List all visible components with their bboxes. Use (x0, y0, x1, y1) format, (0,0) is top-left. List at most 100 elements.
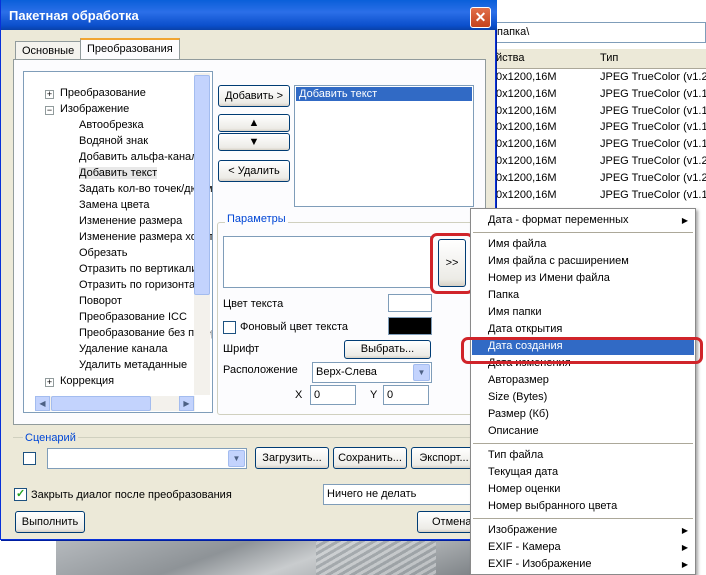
menu-item[interactable]: Авторазмер (472, 372, 694, 389)
scenario-select[interactable]: ▼ (47, 448, 247, 469)
file-size-cell: 0x1200,16M (496, 171, 557, 184)
tree-item[interactable]: Поворот (79, 295, 122, 307)
expand-icon[interactable]: + (45, 378, 54, 387)
column-header-type[interactable]: Тип (600, 52, 618, 64)
file-size-cell: 0x1200,16M (496, 188, 557, 201)
remove-button[interactable]: < Удалить (218, 160, 290, 182)
choose-font-button[interactable]: Выбрать... (344, 340, 431, 359)
tree-item[interactable]: Водяной знак (79, 135, 148, 147)
menu-item[interactable]: Size (Bytes) (472, 389, 694, 406)
menu-item[interactable]: EXIF - Изображение ▶ (472, 556, 694, 573)
menu-item[interactable]: Описание (472, 423, 694, 440)
menu-item[interactable]: Текущая дата (472, 464, 694, 481)
tree-item[interactable]: Изменение размера (79, 215, 182, 227)
menu-item[interactable]: EXIF - Камера ▶ (472, 539, 694, 556)
tree-item[interactable]: Преобразование ICC (79, 311, 187, 323)
table-row[interactable]: 0x1200,16M JPEG TrueColor (v1.1) (494, 104, 706, 121)
expand-icon[interactable]: + (45, 90, 54, 99)
close-after-checkbox[interactable]: ✓ (14, 488, 27, 501)
table-row[interactable]: 0x1200,16M JPEG TrueColor (v1.2) (494, 171, 706, 188)
export-button[interactable]: Экспорт... (411, 447, 477, 469)
tree-item[interactable]: Удалить метаданные (79, 359, 187, 371)
tree-group-correction[interactable]: Коррекция (60, 375, 114, 387)
scroll-left-icon[interactable]: ◀ (35, 396, 50, 411)
column-header-properties[interactable]: йства (496, 52, 525, 64)
chevron-down-icon[interactable]: ▼ (228, 450, 245, 467)
menu-item[interactable]: Номер из Имени файла (472, 270, 694, 287)
table-row[interactable]: 0x1200,16M JPEG TrueColor (v1.1) (494, 87, 706, 104)
menu-item[interactable]: Имя файла с расширением (472, 253, 694, 270)
text-color-swatch[interactable] (388, 294, 432, 312)
menu-item[interactable]: Папка (472, 287, 694, 304)
table-row[interactable]: 0x1200,16M JPEG TrueColor (v1.1) (494, 188, 706, 205)
menu-item-label: EXIF - Камера (488, 541, 561, 553)
bg-color-checkbox[interactable] (223, 321, 236, 334)
table-row[interactable]: 0x1200,16M JPEG TrueColor (v1.1) (494, 120, 706, 137)
save-button[interactable]: Сохранить... (333, 447, 407, 469)
move-down-button[interactable]: ▼ (218, 133, 290, 151)
menu-item-label: Тип файла (488, 449, 544, 461)
file-type-cell: JPEG TrueColor (v1.2) (600, 71, 706, 83)
address-bar[interactable]: папка\ (494, 22, 706, 43)
move-up-button[interactable]: ▲ (218, 114, 290, 132)
tree-group-transform[interactable]: Преобразование (60, 87, 146, 99)
x-input[interactable]: 0 (310, 385, 356, 405)
tree-item[interactable]: Добавить альфа-канал (79, 151, 198, 163)
menu-item[interactable]: Номер оценки (472, 481, 694, 498)
tree-item[interactable]: Замена цвета (79, 199, 150, 211)
menu-item-label: Имя файла (488, 238, 547, 250)
transformations-tree[interactable]: + Преобразование − Изображение Автообрез… (23, 71, 213, 413)
tree-item[interactable]: Отразить по горизонтали (79, 279, 208, 291)
text-input[interactable] (223, 236, 431, 288)
menu-item-label: Имя папки (488, 306, 542, 318)
list-item[interactable]: Добавить текст (296, 87, 472, 101)
menu-item-label: Изображение (488, 524, 558, 536)
y-input[interactable]: 0 (383, 385, 429, 405)
tree-item[interactable]: Автообрезка (79, 119, 144, 131)
close-button[interactable]: ✕ (470, 7, 491, 28)
menu-item-label: Дата открытия (488, 323, 563, 335)
menu-item[interactable]: Номер выбранного цвета (472, 498, 694, 515)
selected-actions-list[interactable]: Добавить текст (294, 85, 474, 207)
tree-item[interactable]: Преобразование без потерь (79, 327, 212, 339)
tree-horizontal-scrollbar[interactable] (35, 396, 195, 411)
collapse-icon[interactable]: − (45, 106, 54, 115)
tree-vertical-scrollbar[interactable] (194, 73, 210, 395)
scroll-thumb[interactable] (194, 75, 210, 295)
add-button[interactable]: Добавить > (218, 85, 290, 107)
menu-item[interactable]: Тип файла (472, 447, 694, 464)
scroll-thumb[interactable] (51, 396, 151, 411)
menu-item[interactable]: Изображение ▶ (472, 522, 694, 539)
menu-separator (473, 443, 693, 444)
file-size-cell: 0x1200,16M (496, 87, 557, 100)
table-row[interactable]: 0x1200,16M JPEG TrueColor (v1.2) (494, 154, 706, 171)
tree-item[interactable]: Отразить по вертикали (79, 263, 197, 275)
load-button[interactable]: Загрузить... (255, 447, 329, 469)
tree-item[interactable]: Удаление канала (79, 343, 168, 355)
menu-item[interactable]: Дата - формат переменных ▶ (472, 212, 694, 229)
tree-item[interactable]: Обрезать (79, 247, 128, 259)
scroll-right-icon[interactable]: ▶ (179, 396, 194, 411)
tab-basic[interactable]: Основные (15, 41, 82, 61)
tree-item[interactable]: Добавить текст (79, 167, 158, 179)
menu-item-label: Авторазмер (488, 374, 549, 386)
tree-item[interactable]: Задать кол-во точек/дюйм (79, 183, 212, 195)
chevron-down-icon[interactable]: ▼ (413, 364, 430, 381)
bg-color-swatch[interactable] (388, 317, 432, 335)
table-row[interactable]: 0x1200,16M JPEG TrueColor (v1.2) (494, 70, 706, 87)
menu-item[interactable]: Имя файла (472, 236, 694, 253)
run-button[interactable]: Выполнить (15, 511, 85, 533)
position-select[interactable]: Верх-Слева ▼ (312, 362, 432, 383)
menu-item[interactable]: Дата открытия (472, 321, 694, 338)
tree-group-image[interactable]: Изображение (60, 103, 129, 115)
file-type-cell: JPEG TrueColor (v1.1) (600, 138, 706, 151)
tree-item[interactable]: Изменение размера холста (79, 231, 212, 243)
scenario-checkbox[interactable] (23, 452, 36, 465)
menu-item[interactable]: Размер (Кб) (472, 406, 694, 423)
menu-item[interactable]: Имя папки (472, 304, 694, 321)
tab-transformations[interactable]: Преобразования (80, 38, 180, 61)
position-value: Верх-Слева (316, 366, 377, 378)
menu-separator (473, 518, 693, 519)
after-action-select[interactable]: Ничего не делать (323, 484, 473, 505)
table-row[interactable]: 0x1200,16M JPEG TrueColor (v1.1) (494, 137, 706, 154)
